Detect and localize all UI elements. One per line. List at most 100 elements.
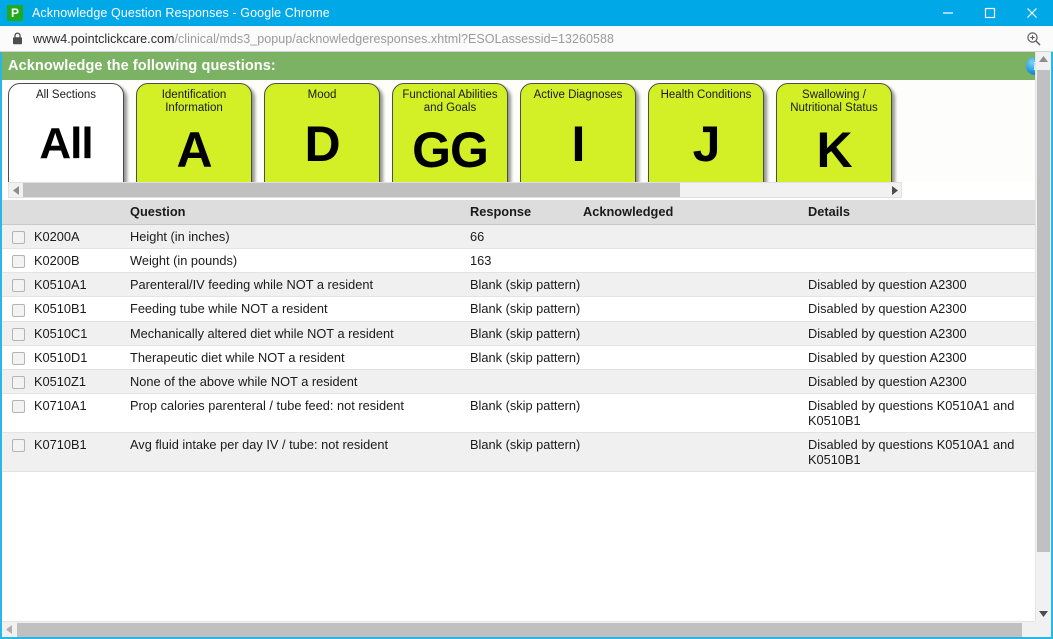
row-checkbox[interactable] <box>11 439 25 452</box>
section-tile-letter: K <box>816 122 852 178</box>
section-tile-gg[interactable]: Functional Abilities and Goals GG <box>392 83 508 182</box>
scroll-right-arrow-icon[interactable] <box>887 183 901 197</box>
section-tile-j[interactable]: Health Conditions J <box>648 83 764 182</box>
section-tile-letter: All <box>39 118 93 168</box>
row-checkbox-cell[interactable] <box>2 321 34 346</box>
column-header-select <box>2 200 34 225</box>
scroll-left-arrow-icon[interactable] <box>9 183 23 197</box>
row-acknowledged <box>583 296 808 322</box>
table-row[interactable]: K0200B Weight (in pounds) 163 <box>2 248 1035 274</box>
table-row[interactable]: K0510A1 Parenteral/IV feeding while NOT … <box>2 272 1035 298</box>
section-tile-a[interactable]: Identification Information A <box>136 83 252 182</box>
section-tile-letter: J <box>692 115 721 172</box>
section-tile-all[interactable]: All Sections All <box>8 83 124 182</box>
section-tile-letter: GG <box>412 122 489 178</box>
table-row[interactable]: K0710A1 Prop calories parenteral / tube … <box>2 393 1035 433</box>
section-tile-letter: I <box>571 115 586 172</box>
table-row[interactable]: K0510Z1 None of the above while NOT a re… <box>2 369 1035 394</box>
column-header-details: Details <box>808 200 1035 225</box>
section-tile-letter: D <box>304 115 340 172</box>
close-icon[interactable] <box>1011 0 1053 26</box>
scroll-left-arrow-icon[interactable] <box>2 622 17 637</box>
row-checkbox[interactable] <box>11 279 25 293</box>
row-details: Disabled by question A2300 <box>808 321 1035 346</box>
section-tile-caption: Mood <box>307 89 337 101</box>
column-header-code <box>34 200 130 225</box>
row-question: Mechanically altered diet while NOT a re… <box>130 321 470 346</box>
window-title: Acknowledge Question Responses - Google … <box>32 6 330 20</box>
row-code: K0200A <box>34 224 130 250</box>
scroll-track[interactable] <box>17 622 1036 637</box>
row-code: K0510A1 <box>34 272 130 298</box>
row-acknowledged <box>583 345 808 370</box>
table-row[interactable]: K0510C1 Mechanically altered diet while … <box>2 321 1035 346</box>
row-response: Blank (skip pattern) <box>470 296 583 322</box>
row-checkbox-cell[interactable] <box>2 272 34 298</box>
window-controls <box>927 0 1053 26</box>
table-row[interactable]: K0510B1 Feeding tube while NOT a residen… <box>2 296 1035 322</box>
row-question: Prop calories parenteral / tube feed: no… <box>130 393 470 433</box>
row-details: Disabled by question A2300 <box>808 296 1035 322</box>
row-code: K0710A1 <box>34 393 130 433</box>
address-bar[interactable]: www4.pointclickcare.com/clinical/mds3_po… <box>0 26 1053 52</box>
row-details: Disabled by question A2300 <box>808 345 1035 370</box>
row-checkbox-cell[interactable] <box>2 224 34 250</box>
minimize-icon[interactable] <box>927 0 969 26</box>
scroll-thumb[interactable] <box>23 183 680 197</box>
section-tile-k[interactable]: Swallowing / Nutritional Status K <box>776 83 892 182</box>
row-question: Avg fluid intake per day IV / tube: not … <box>130 432 470 472</box>
row-code: K0510B1 <box>34 296 130 322</box>
row-details: Disabled by questions K0510A1 and K0510B… <box>808 432 1035 472</box>
section-tile-i[interactable]: Active Diagnoses I <box>520 83 636 182</box>
row-question: None of the above while NOT a resident <box>130 369 470 394</box>
section-tile-caption: All Sections <box>35 89 97 101</box>
column-header-acknowledged: Acknowledged <box>583 200 808 225</box>
row-response <box>470 369 583 394</box>
row-checkbox-cell[interactable] <box>2 393 34 433</box>
row-checkbox-cell[interactable] <box>2 345 34 370</box>
section-tiles-panel: All Sections All Identification Informat… <box>2 80 1051 182</box>
row-checkbox-cell[interactable] <box>2 369 34 394</box>
page-vertical-scrollbar[interactable] <box>1035 52 1051 621</box>
page-title: Acknowledge the following questions: <box>8 58 276 74</box>
row-checkbox-cell[interactable] <box>2 432 34 472</box>
zoom-in-icon[interactable] <box>1026 31 1041 46</box>
table-row[interactable]: K0510D1 Therapeutic diet while NOT a res… <box>2 345 1035 370</box>
row-checkbox[interactable] <box>11 400 25 413</box>
row-acknowledged <box>583 432 808 472</box>
column-header-response: Response <box>470 200 583 225</box>
row-details: Disabled by questions K0510A1 and K0510B… <box>808 393 1035 433</box>
row-acknowledged <box>583 393 808 433</box>
table-row[interactable]: K0710B1 Avg fluid intake per day IV / tu… <box>2 432 1035 472</box>
url-text[interactable]: www4.pointclickcare.com/clinical/mds3_po… <box>33 32 1026 46</box>
row-checkbox[interactable] <box>11 375 25 389</box>
row-response: 66 <box>470 224 583 250</box>
row-acknowledged <box>583 248 808 274</box>
row-checkbox-cell[interactable] <box>2 296 34 322</box>
browser-window: P Acknowledge Question Responses - Googl… <box>0 0 1053 639</box>
scroll-up-arrow-icon[interactable] <box>1036 52 1051 67</box>
scroll-track[interactable] <box>23 183 887 197</box>
section-tile-d[interactable]: Mood D <box>264 83 380 182</box>
row-details <box>808 248 1035 274</box>
window-titlebar: P Acknowledge Question Responses - Googl… <box>0 0 1053 26</box>
scroll-down-arrow-icon[interactable] <box>1036 606 1051 621</box>
row-checkbox-cell[interactable] <box>2 248 34 274</box>
section-tile-caption: Identification Information <box>161 89 227 114</box>
row-checkbox[interactable] <box>11 327 25 341</box>
scroll-thumb[interactable] <box>1037 70 1050 552</box>
row-code: K0200B <box>34 248 130 274</box>
section-tile-caption: Functional Abilities and Goals <box>402 89 498 114</box>
row-checkbox[interactable] <box>11 231 25 245</box>
scrollbar-corner <box>1035 621 1051 637</box>
column-header-question: Question <box>130 200 470 225</box>
scroll-thumb[interactable] <box>17 622 1022 637</box>
row-checkbox[interactable] <box>11 303 25 317</box>
table-row[interactable]: K0200A Height (in inches) 66 <box>2 224 1035 250</box>
maximize-icon[interactable] <box>969 0 1011 26</box>
sections-horizontal-scrollbar[interactable] <box>8 182 902 198</box>
row-checkbox[interactable] <box>11 351 25 365</box>
section-tile-caption: Health Conditions <box>660 89 752 101</box>
row-checkbox[interactable] <box>11 255 25 269</box>
page-horizontal-scrollbar[interactable] <box>2 621 1051 637</box>
